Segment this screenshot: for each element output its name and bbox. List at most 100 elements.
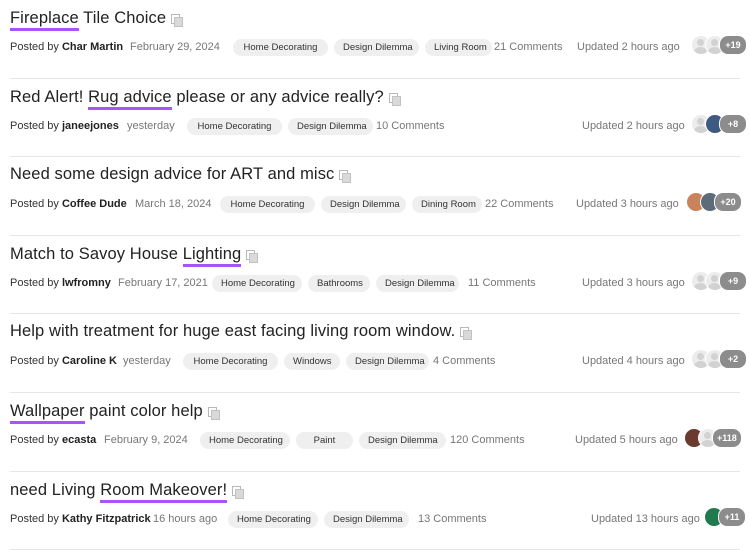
thread-row[interactable]: Match to Savoy House Lighting Posted by l… [10,236,747,315]
tag-list: Home Decorating Windows Design Dilemma [183,351,429,371]
title-keyword-highlight: Wallpaper [10,401,85,424]
comment-count[interactable]: 22 Comments [485,194,553,214]
title-text: need Living [10,480,101,499]
posted-by-label: Posted by [10,433,59,446]
tag-chip[interactable]: Design Dilemma [324,510,409,528]
updated-time: Updated 2 hours ago [582,119,685,132]
copy-icon[interactable] [232,485,245,499]
tag-list: Home Decorating Design Dilemma Living Room [233,37,492,56]
author-link[interactable]: Char Martin [62,41,123,53]
title-keyword-highlight: Fireplace [10,8,79,31]
participant-avatars[interactable]: +20 [686,192,742,213]
participant-avatars[interactable]: +2 [691,349,747,370]
posted-by: Posted by lwfromny [10,273,111,293]
tag-chip[interactable]: Design Dilemma [346,353,429,371]
copy-icon[interactable] [388,92,401,106]
copy-icon[interactable] [246,249,259,263]
thread-title[interactable]: Need some design advice for ART and misc [10,165,352,184]
tag-chip[interactable]: Design Dilemma [288,117,373,135]
tag-chip[interactable]: Windows [284,353,340,371]
thread-title[interactable]: Help with treatment for huge east facing… [10,322,473,341]
title-keyword-highlight: Lighting [182,244,242,267]
tag-chip[interactable]: Bathrooms [308,274,370,292]
copy-icon[interactable] [207,406,220,420]
thread-title[interactable]: Wallpaper paint color help [10,401,220,424]
title-text: paint color help [84,401,203,420]
posted-by: Posted by Caroline K [10,351,117,371]
tag-chip[interactable]: Home Decorating [187,117,282,135]
title-text: Need some design advice for ART and misc [10,165,335,184]
author-link[interactable]: Kathy Fitzpatrick [62,513,151,525]
posted-by-label: Posted by [10,41,59,53]
tag-chip[interactable]: Design Dilemma [334,39,419,56]
comment-count[interactable]: 11 Comments [468,273,536,293]
thread-meta: Posted by Kathy Fitzpatrick 16 hours ago H… [10,506,746,529]
participant-avatars[interactable]: +9 [691,270,747,291]
thread-title[interactable]: need Living Room Makeover! [10,480,245,503]
participant-avatars[interactable]: +118 [684,427,742,448]
post-date: February 17, 2021 [118,276,208,289]
thread-row[interactable]: Fireplace Tile Choice Posted by Char Mart… [10,0,747,79]
comment-count[interactable]: 10 Comments [376,116,444,136]
author-link[interactable]: Coffee Dude [62,198,127,210]
thread-row[interactable]: Wallpaper paint color help Posted by ecas… [10,393,742,472]
comment-count[interactable]: 13 Comments [418,509,486,529]
participant-avatars[interactable]: +8 [691,113,747,134]
copy-icon[interactable] [339,170,352,184]
post-date: February 9, 2024 [104,433,188,446]
more-participants-badge: +2 [719,349,747,370]
author-link[interactable]: janeejones [62,120,119,132]
title-text: please or any advice really? [171,87,384,106]
tag-chip[interactable]: Dining Room [412,196,482,214]
thread-title[interactable]: Red Alert! Rug advice please or any advi… [10,87,401,110]
posted-by-label: Posted by [10,198,59,211]
participant-avatars[interactable]: +11 [704,506,746,527]
thread-title[interactable]: Match to Savoy House Lighting [10,244,259,267]
thread-row[interactable]: Help with treatment for huge east facing… [10,314,747,393]
tag-chip[interactable]: Living Room [425,39,492,56]
updated-time: Updated 13 hours ago [591,512,700,525]
updated-time: Updated 3 hours ago [576,198,679,211]
updated-time: Updated 3 hours ago [582,276,685,289]
posted-by: Posted by Kathy Fitzpatrick [10,509,151,529]
thread-row[interactable]: need Living Room Makeover! Posted by Kath… [10,472,746,550]
tag-chip[interactable]: Home Decorating [183,353,278,371]
tag-chip[interactable]: Design Dilemma [359,431,446,449]
title-keyword-highlight: Rug advice [88,87,172,110]
updated-time: Updated 2 hours ago [577,41,680,53]
author-link[interactable]: Caroline K [62,355,117,367]
comment-count[interactable]: 21 Comments [494,37,562,57]
participant-avatars[interactable]: +19 [691,35,747,55]
thread-meta: Posted by Caroline K yesterday Home Decora… [10,349,747,371]
tag-chip[interactable]: Home Decorating [200,431,290,449]
tag-chip[interactable]: Home Decorating [220,196,315,214]
comment-count[interactable]: 4 Comments [433,351,495,371]
post-date: yesterday [123,355,171,368]
comment-count[interactable]: 120 Comments [450,430,525,450]
author-link[interactable]: ecasta [62,434,96,446]
tag-chip[interactable]: Home Decorating [233,39,328,56]
post-date: yesterday [127,119,175,132]
tag-chip[interactable]: Design Dilemma [376,274,459,292]
more-participants-badge: +118 [712,427,742,448]
author-link[interactable]: lwfromny [62,277,111,289]
tag-chip[interactable]: Home Decorating [228,510,318,528]
thread-row[interactable]: Need some design advice for ART and misc… [10,157,742,236]
title-text: Help with treatment for huge east facing… [10,322,456,341]
tag-list: Home Decorating Design Dilemma [187,116,373,135]
tag-chip[interactable]: Design Dilemma [321,196,406,214]
post-date: 16 hours ago [153,512,218,525]
posted-by: Posted by Coffee Dude [10,194,127,214]
posted-by: Posted by Char Martin [10,37,123,57]
thread-row[interactable]: Red Alert! Rug advice please or any advi… [10,79,747,158]
tag-list: Home Decorating Design Dilemma Dining Room [220,194,482,214]
tag-chip[interactable]: Home Decorating [212,274,302,292]
copy-icon[interactable] [460,327,473,341]
copy-icon[interactable] [171,14,184,27]
thread-meta: Posted by lwfromny February 17, 2021 Home … [10,270,747,293]
more-participants-badge: +19 [719,35,747,55]
updated-time: Updated 4 hours ago [582,355,685,368]
tag-chip[interactable]: Paint [296,431,353,449]
post-date: March 18, 2024 [135,198,212,211]
thread-title[interactable]: Fireplace Tile Choice [10,8,184,31]
